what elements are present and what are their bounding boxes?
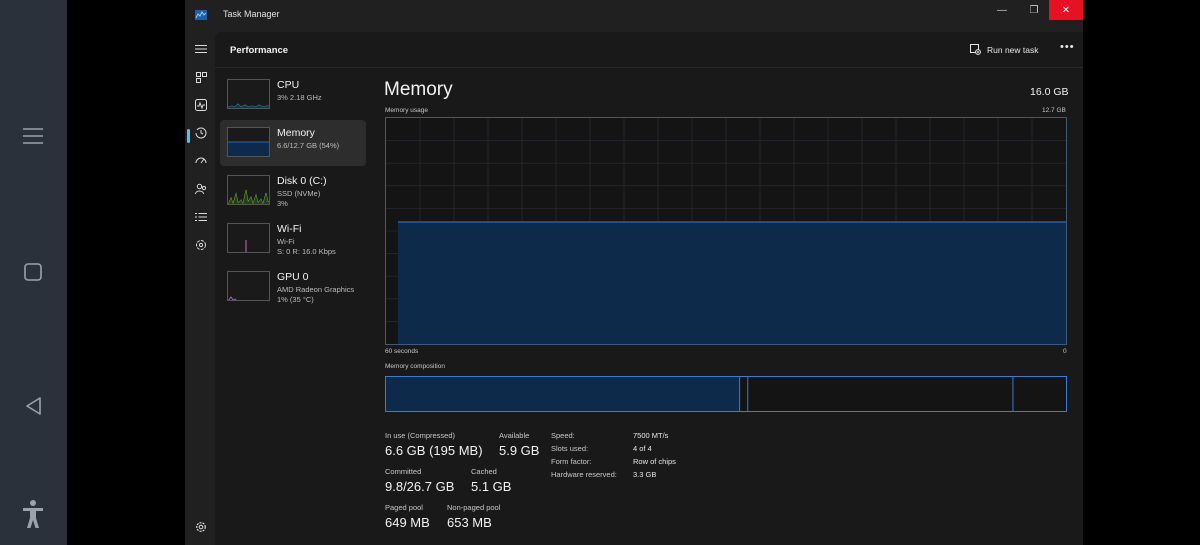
- committed-value: 9.8/26.7 GB: [385, 479, 455, 494]
- available-value: 5.9 GB: [499, 443, 540, 458]
- minimize-button[interactable]: —: [985, 0, 1019, 20]
- run-task-label: Run new task: [987, 45, 1039, 55]
- content-panel: Performance Run new task ••• CPU 3% 2.18…: [215, 32, 1083, 545]
- device-list: CPU 3% 2.18 GHz Memory 6.6/12.7 GB (54%)…: [220, 72, 366, 312]
- page-title: Performance: [230, 45, 289, 56]
- details-icon[interactable]: [192, 208, 210, 226]
- run-task-icon: [970, 43, 981, 57]
- services-icon[interactable]: [192, 236, 210, 254]
- hardware-reserved-value: 3.3 GB: [633, 470, 657, 479]
- device-detail: 3% 2.18 GHz: [277, 93, 322, 102]
- slots-label: Slots used:: [551, 444, 589, 453]
- paged-pool-label: Paged pool: [385, 503, 423, 512]
- cached-value: 5.1 GB: [471, 479, 512, 494]
- device-detail: 6.6/12.7 GB (54%): [277, 141, 340, 150]
- perf-title: Memory: [384, 79, 453, 100]
- device-detail: SSD (NVMe): [277, 189, 321, 198]
- screen-edge: [1083, 0, 1200, 545]
- hamburger-icon[interactable]: [192, 40, 210, 58]
- android-nav-bar: [0, 0, 67, 545]
- in-use-segment[interactable]: [386, 377, 740, 411]
- android-home-icon[interactable]: [18, 260, 48, 284]
- more-options-button[interactable]: •••: [1060, 41, 1075, 53]
- app-history-icon[interactable]: [192, 124, 210, 142]
- usage-graph-svg: [386, 118, 1066, 344]
- performance-icon[interactable]: [192, 96, 210, 114]
- cached-label: Cached: [471, 467, 497, 476]
- page-header: Performance Run new task •••: [215, 32, 1083, 68]
- device-name: GPU 0: [277, 271, 309, 283]
- speed-value: 7500 MT/s: [633, 431, 669, 440]
- device-item-cpu[interactable]: CPU 3% 2.18 GHz: [220, 72, 366, 118]
- active-indicator: [187, 129, 190, 143]
- device-name: CPU: [277, 79, 300, 91]
- memory-usage-area: [398, 221, 1066, 344]
- form-factor-value: Row of chips: [633, 457, 676, 466]
- speed-label: Speed:: [551, 431, 575, 440]
- settings-icon[interactable]: [192, 518, 210, 536]
- available-label: Available: [499, 431, 530, 440]
- device-detail: 3%: [277, 199, 288, 208]
- gpu-thumbnail: [227, 271, 270, 301]
- usage-max: 12.7 GB: [1042, 107, 1066, 114]
- composition-svg: [386, 377, 1066, 411]
- slots-value: 4 of 4: [633, 444, 652, 453]
- nonpaged-pool-value: 653 MB: [447, 515, 492, 530]
- form-factor-label: Form factor:: [551, 457, 592, 466]
- memory-total: 16.0 GB: [1030, 86, 1069, 98]
- in-use-label: In use (Compressed): [385, 431, 456, 440]
- run-new-task-button[interactable]: Run new task: [970, 42, 1039, 58]
- cpu-thumbnail: [227, 79, 270, 109]
- device-item-gpu[interactable]: GPU 0 AMD Radeon Graphics 1% (35 °C): [220, 264, 366, 310]
- close-button[interactable]: ✕: [1049, 0, 1083, 20]
- device-detail: 1% (35 °C): [277, 295, 314, 304]
- paged-pool-value: 649 MB: [385, 515, 430, 530]
- device-item-wifi[interactable]: Wi-Fi Wi-Fi S: 0 R: 16.0 Kbps: [220, 216, 366, 262]
- memory-thumbnail: [227, 127, 270, 157]
- nav-rail: [185, 32, 215, 545]
- device-item-memory[interactable]: Memory 6.6/12.7 GB (54%): [220, 120, 366, 166]
- android-back-icon[interactable]: [18, 394, 48, 418]
- composition-label: Memory composition: [385, 363, 445, 370]
- android-menu-icon[interactable]: [18, 122, 48, 150]
- memory-composition-bar: [385, 376, 1067, 412]
- device-item-disk[interactable]: Disk 0 (C:) SSD (NVMe) 3%: [220, 168, 366, 214]
- in-use-value: 6.6 GB (195 MB): [385, 443, 483, 458]
- memory-usage-graph: [385, 117, 1067, 345]
- wifi-thumbnail: [227, 223, 270, 253]
- device-name: Wi-Fi: [277, 223, 302, 235]
- task-manager-window: Task Manager — ❐ ✕ Performance Run new t…: [185, 0, 1083, 545]
- title-bar: Task Manager — ❐ ✕: [185, 0, 1083, 32]
- usage-label: Memory usage: [385, 107, 428, 114]
- task-manager-app-icon: [195, 7, 207, 20]
- time-right-label: 0: [1063, 348, 1067, 355]
- processes-icon[interactable]: [192, 68, 210, 86]
- maximize-button[interactable]: ❐: [1017, 0, 1051, 20]
- hardware-reserved-label: Hardware reserved:: [551, 470, 617, 479]
- free-segment[interactable]: [1012, 377, 1066, 411]
- nonpaged-pool-label: Non-paged pool: [447, 503, 501, 512]
- device-name: Memory: [277, 127, 315, 139]
- device-detail: Wi-Fi: [277, 237, 295, 246]
- disk-thumbnail: [227, 175, 270, 205]
- device-detail: AMD Radeon Graphics: [277, 285, 355, 294]
- modified-segment[interactable]: [739, 377, 748, 411]
- startup-apps-icon[interactable]: [192, 152, 210, 170]
- accessibility-icon[interactable]: [18, 498, 48, 530]
- device-detail: S: 0 R: 16.0 Kbps: [277, 247, 336, 256]
- time-left-label: 60 seconds: [385, 348, 419, 355]
- committed-label: Committed: [385, 467, 422, 476]
- users-icon[interactable]: [192, 180, 210, 198]
- standby-segment[interactable]: [747, 377, 1013, 411]
- window-title: Task Manager: [223, 9, 280, 19]
- device-name: Disk 0 (C:): [277, 175, 327, 187]
